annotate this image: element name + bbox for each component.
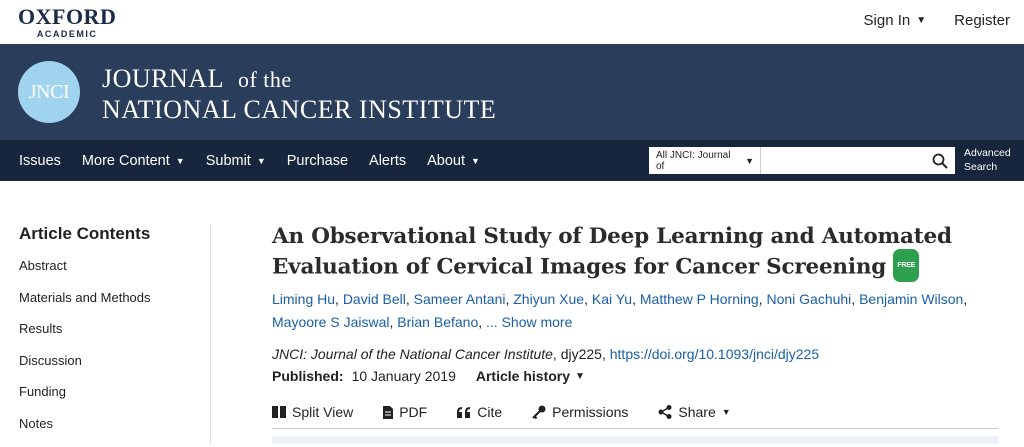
journal-title-line1: JOURNAL of the [102,64,496,95]
nav-item-alerts[interactable]: Alerts [369,153,406,169]
oxford-academic-logo[interactable]: OXFORD ACADEMIC [18,6,116,39]
toolbar-divider [272,428,998,429]
toc-list: AbstractMaterials and MethodsResultsDisc… [19,258,209,447]
document-icon [383,406,393,419]
author-link[interactable]: Kai Yu [592,291,632,307]
nav-item-submit[interactable]: Submit▼ [206,153,266,169]
author-link[interactable]: Noni Gachuhi [766,291,851,307]
quote-icon [457,407,471,418]
toc-item-discussion[interactable]: Discussion [19,353,209,385]
author-link[interactable]: Benjamin Wilson [859,291,963,307]
citation-line: JNCI: Journal of the National Cancer Ins… [272,346,1012,362]
chevron-down-icon: ▼ [257,156,266,166]
content-panel-top [272,436,998,444]
author-link[interactable]: Brian Befano [397,314,478,330]
article-id: , djy225, [553,346,610,362]
permissions-button[interactable]: Permissions [532,404,628,420]
author-link[interactable]: Liming Hu [272,291,335,307]
search-button[interactable] [925,147,955,174]
toc-item-abstract[interactable]: Abstract [19,258,209,290]
doi-link[interactable]: https://doi.org/10.1093/jnci/djy225 [610,346,819,362]
logo-word-academic: ACADEMIC [18,29,116,39]
toc-item-materials-and-methods[interactable]: Materials and Methods [19,290,209,322]
nav-item-about[interactable]: About▼ [427,153,480,169]
article-toolbar: Split View PDF Cite Permissions Share ▼ [272,404,1012,420]
chevron-down-icon: ▼ [745,156,754,166]
published-label: Published: [272,368,344,384]
author-link[interactable]: David Bell [343,291,406,307]
author-link[interactable]: Mayoore S Jaiswal [272,314,390,330]
author-list: Liming Hu, David Bell, Sameer Antani, Zh… [272,288,1012,334]
chevron-down-icon: ▼ [575,371,585,382]
show-more-authors-link[interactable]: ... Show more [486,314,572,330]
register-link[interactable]: Register [954,12,1010,29]
logo-word-oxford: OXFORD [18,6,116,28]
journal-title-line2: NATIONAL CANCER INSTITUTE [102,95,496,125]
search-scope-value: All JNCI: Journal of [656,150,741,172]
search-icon [932,153,948,169]
toc-item-results[interactable]: Results [19,321,209,353]
article-title: An Observational Study of Deep Learning … [272,222,1012,284]
search-bar: All JNCI: Journal of ▼ [649,147,955,174]
journal-title[interactable]: JOURNAL of the NATIONAL CANCER INSTITUTE [102,64,496,125]
article-contents-sidebar: Article Contents AbstractMaterials and M… [19,224,209,447]
journal-name: JNCI: Journal of the National Cancer Ins… [272,346,553,362]
main-nav: Issues More Content▼ Submit▼ Purchase Alerts… [0,140,1024,181]
toc-item-notes[interactable]: Notes [19,416,209,447]
account-links: Sign In ▼ Register [864,12,1010,29]
nav-items: Issues More Content▼ Submit▼ Purchase Alerts… [19,153,501,169]
top-bar: OXFORD ACADEMIC Sign In ▼ Register [0,0,1024,44]
search-scope-select[interactable]: All JNCI: Journal of ▼ [649,147,761,174]
toc-item-funding[interactable]: Funding [19,384,209,416]
chevron-down-icon: ▼ [176,156,185,166]
jnci-logo[interactable]: JNCI [18,61,80,123]
free-badge: FREE [893,249,919,282]
sign-in-label: Sign In [864,12,911,29]
share-button[interactable]: Share ▼ [658,404,730,420]
search-input[interactable] [761,147,925,174]
nav-item-more-content[interactable]: More Content▼ [82,153,185,169]
sidebar-divider [210,224,211,444]
article-history-button[interactable]: Article history ▼ [476,368,585,384]
advanced-search-link[interactable]: Advanced Search [964,146,1011,174]
cite-button[interactable]: Cite [457,404,502,420]
sign-in-button[interactable]: Sign In ▼ [864,12,927,29]
nav-item-purchase[interactable]: Purchase [287,153,348,169]
chevron-down-icon: ▼ [722,407,731,417]
chevron-down-icon: ▼ [471,156,480,166]
author-link[interactable]: Sameer Antani [414,291,506,307]
author-link[interactable]: Zhiyun Xue [513,291,584,307]
published-date: 10 January 2019 [352,368,456,384]
chevron-down-icon: ▼ [916,15,926,26]
share-icon [658,405,672,419]
journal-banner: JNCI JOURNAL of the NATIONAL CANCER INST… [0,44,1024,140]
author-link[interactable]: Matthew P Horning [640,291,759,307]
publication-row: Published: 10 January 2019 Article histo… [272,368,1012,384]
nav-item-issues[interactable]: Issues [19,153,61,169]
pdf-button[interactable]: PDF [383,404,427,420]
sidebar-heading: Article Contents [19,224,209,244]
article-header: An Observational Study of Deep Learning … [272,222,1012,420]
key-icon [532,405,546,419]
split-view-button[interactable]: Split View [272,404,353,420]
split-view-icon [272,406,286,418]
